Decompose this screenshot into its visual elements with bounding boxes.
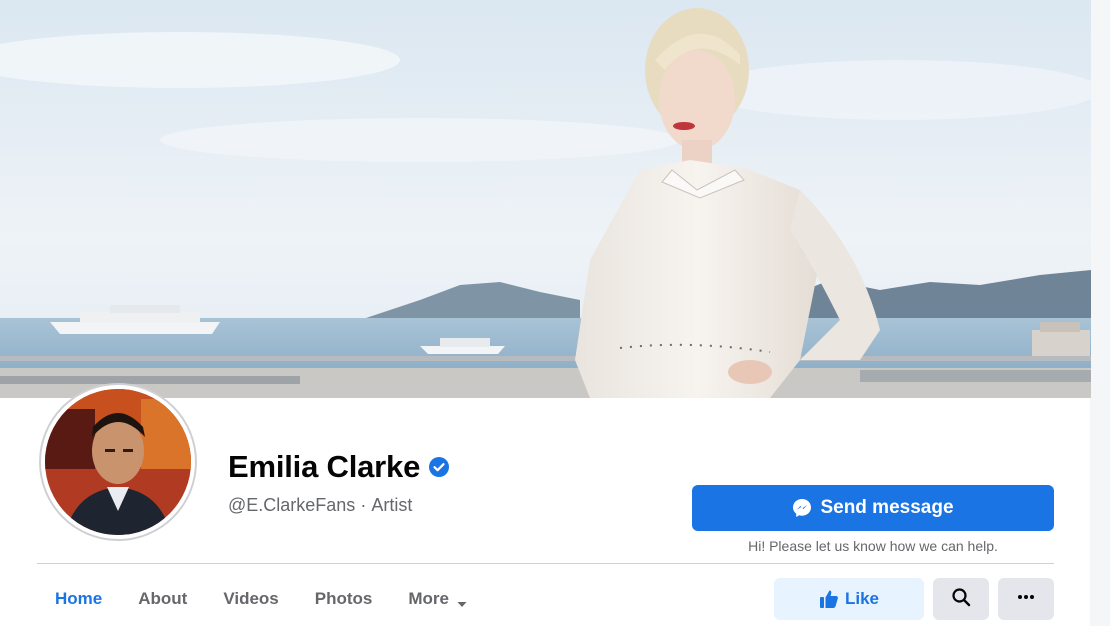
cover-photo[interactable] (0, 0, 1091, 398)
send-message-button[interactable]: Send message (692, 485, 1054, 531)
verified-badge-icon (429, 457, 450, 477)
tab-videos[interactable]: Videos (205, 578, 296, 620)
tab-label: About (138, 589, 188, 608)
tab-label: Videos (223, 589, 279, 608)
like-button[interactable]: Like (774, 578, 924, 620)
page-title: Emilia Clarke (228, 449, 421, 484)
subtitle-separator: · (360, 495, 367, 515)
like-label: Like (844, 589, 880, 608)
search-button[interactable] (933, 578, 989, 620)
tab-label: Photos (314, 589, 373, 608)
search-icon (951, 587, 971, 612)
tab-home[interactable]: Home (37, 578, 120, 620)
send-message-hint: Hi! Please let us know how we can help. (748, 538, 998, 554)
header-divider (37, 563, 1054, 564)
more-options-button[interactable] (998, 578, 1054, 620)
tab-photos[interactable]: Photos (297, 578, 391, 620)
page-subtitle: @E.ClarkeFans · Artist (228, 495, 412, 516)
ellipsis-icon (1016, 587, 1036, 612)
scrollbar-track[interactable] (1090, 0, 1110, 626)
cover-image (0, 0, 1091, 398)
page-handle: @E.ClarkeFans (228, 495, 356, 515)
avatar-image (45, 389, 191, 535)
messenger-icon (792, 498, 812, 518)
tab-label: Home (55, 589, 103, 608)
tab-label: More (408, 589, 449, 608)
tab-about[interactable]: About (120, 578, 205, 620)
page-tabs: Home About Videos Photos More (37, 578, 485, 620)
page-title-row: Emilia Clarke (228, 449, 450, 485)
profile-avatar[interactable] (41, 385, 195, 539)
profile-page: Emilia Clarke @E.ClarkeFans · Artist Sen… (0, 0, 1110, 626)
caret-down-icon (457, 594, 467, 607)
thumbs-up-icon (819, 589, 839, 609)
send-message-label: Send message (820, 497, 954, 518)
page-category[interactable]: Artist (371, 495, 412, 516)
tab-more[interactable]: More (390, 578, 485, 620)
